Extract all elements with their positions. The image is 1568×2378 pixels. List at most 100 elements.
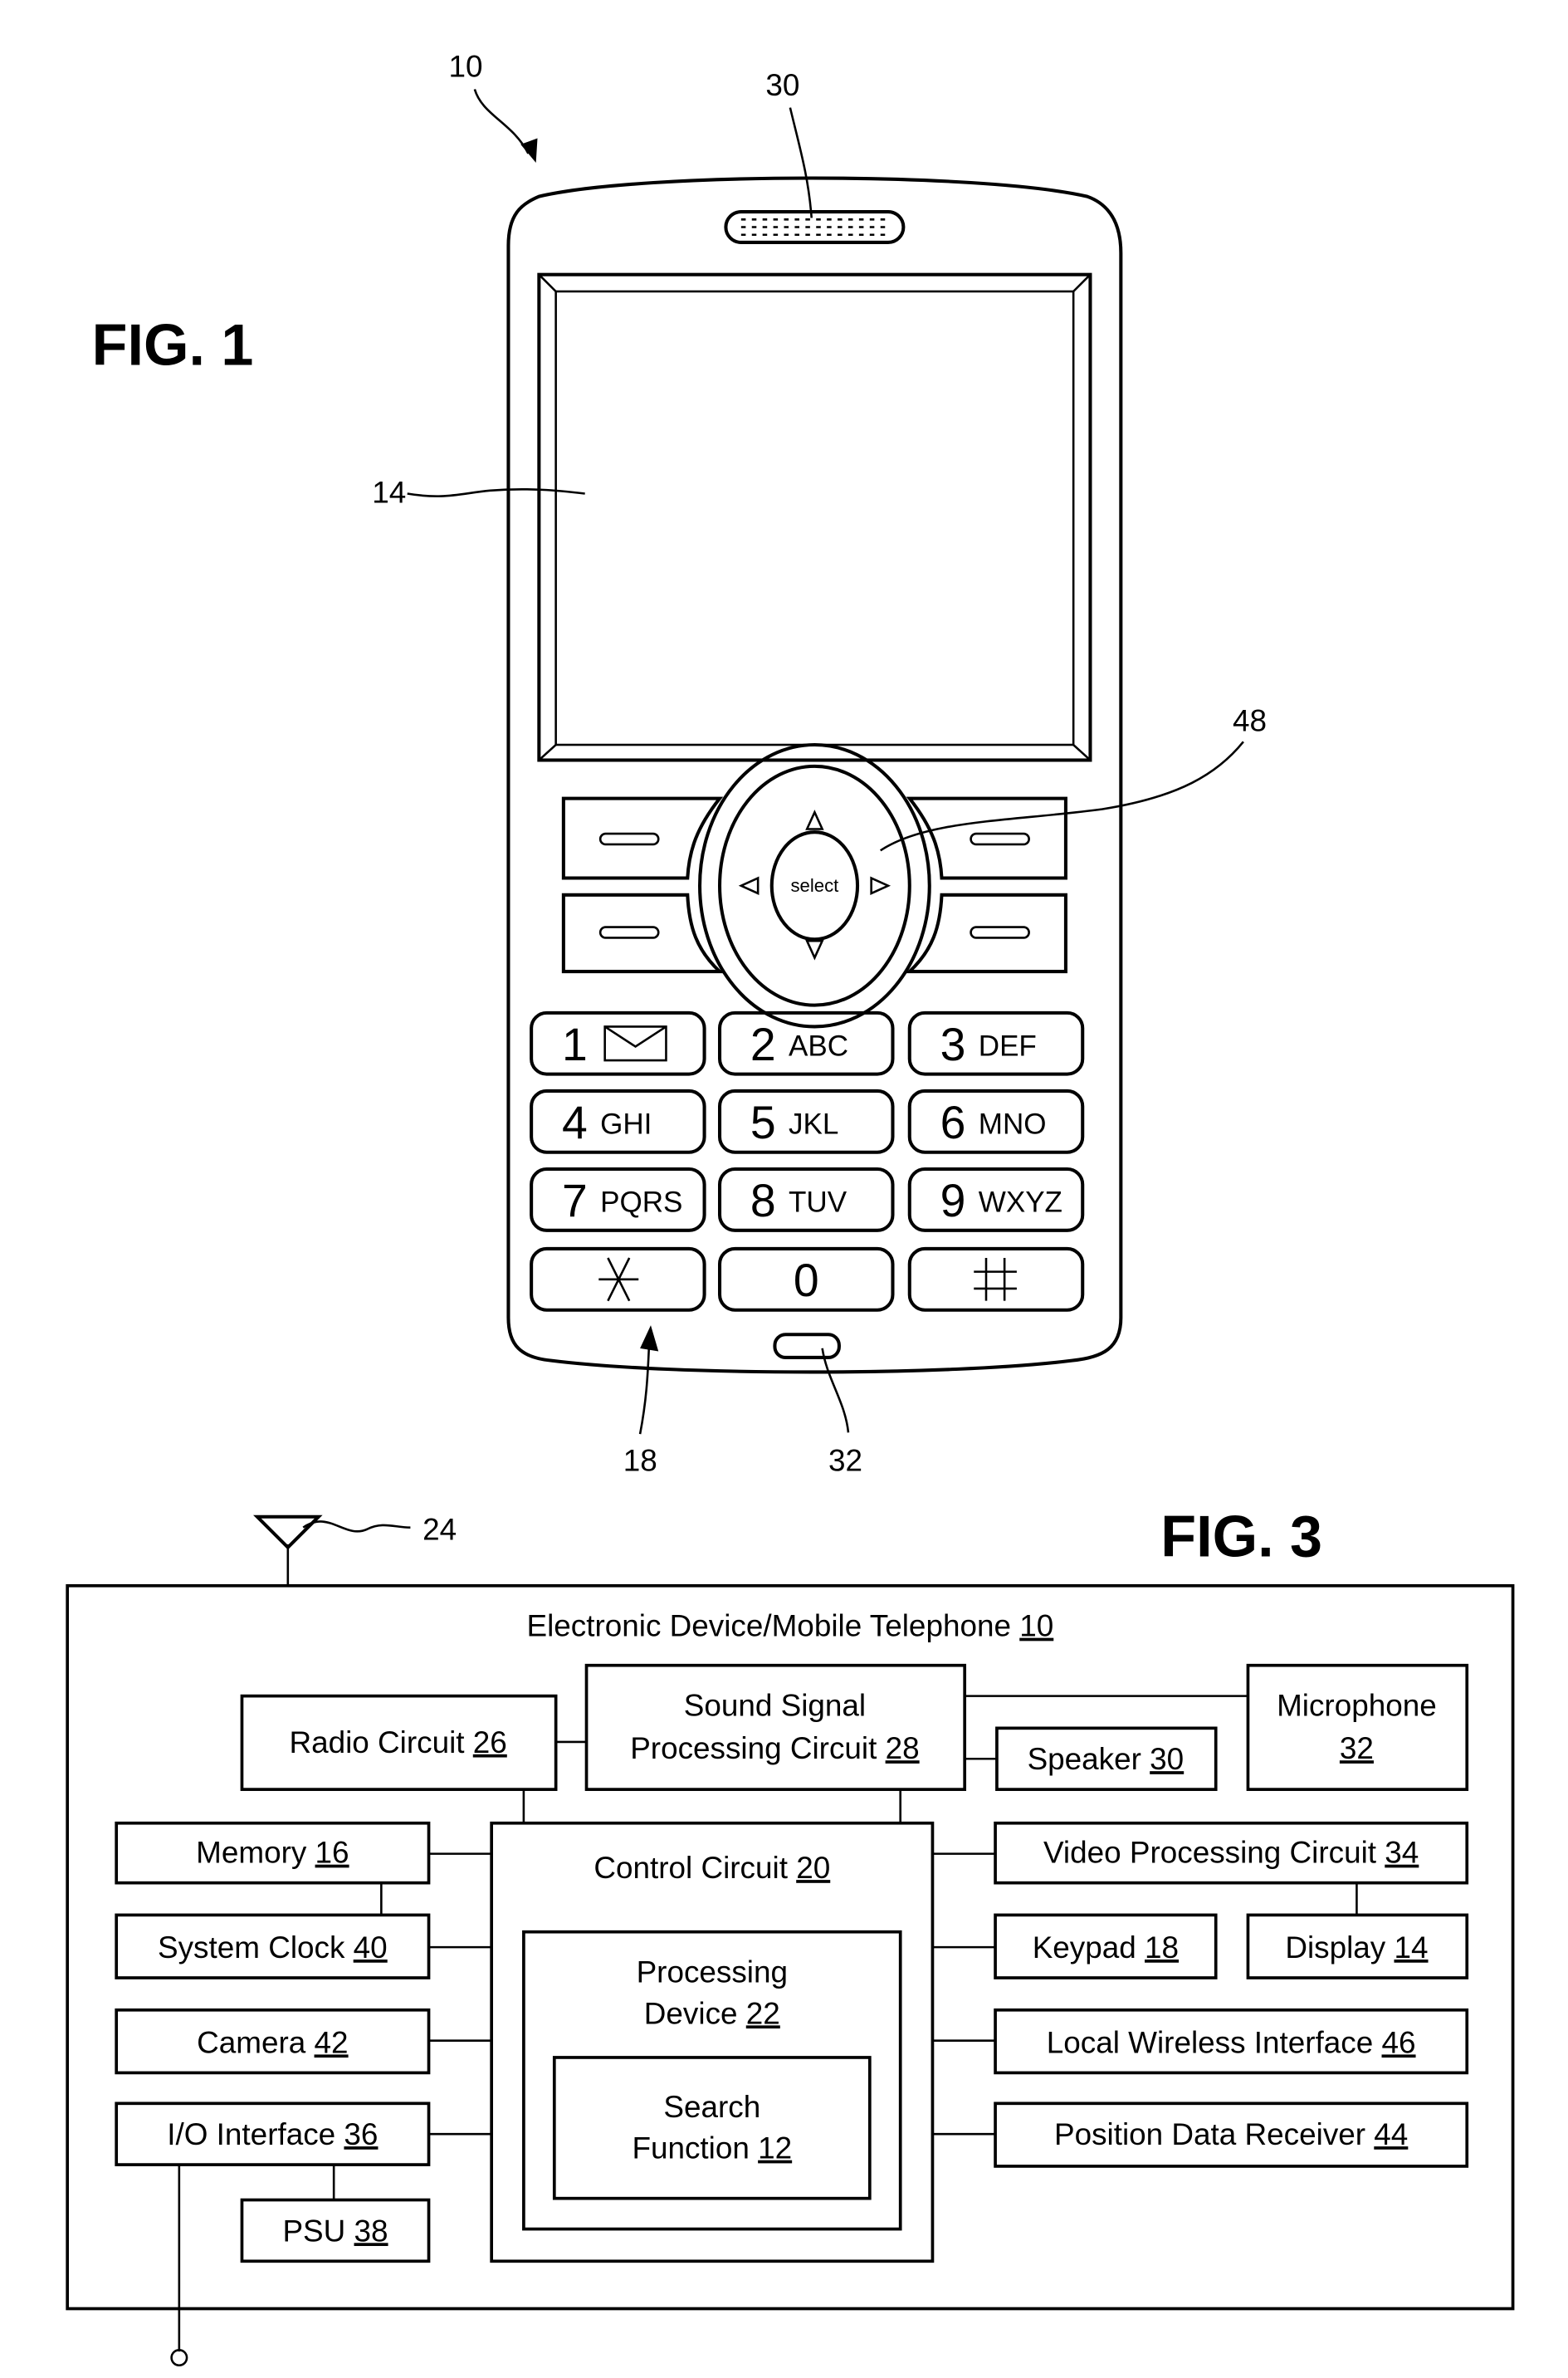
block-radio-circuit: Radio Circuit 26: [240, 1694, 558, 1791]
nav-right-icon[interactable]: [870, 876, 891, 895]
key-letters: GHI: [600, 1108, 652, 1141]
block-display: Display 14: [1246, 1913, 1469, 1979]
key-9[interactable]: 9 WXYZ: [907, 1167, 1085, 1232]
svg-text:Display 14: Display 14: [1285, 1930, 1428, 1965]
ref-device-10: 10: [449, 50, 483, 84]
patent-drawing: FIG. 1 10 30 14 select 48 1 2 ABC 3 DEF4…: [66, 50, 1515, 2367]
ref-display-14: 14: [372, 476, 406, 510]
fig1-title: FIG. 1: [92, 313, 254, 378]
block-camera: Camera 42: [115, 2008, 431, 2075]
soft-key-right-top[interactable]: [906, 796, 1067, 880]
key-number: 1: [562, 1019, 588, 1070]
fig3-title: FIG. 3: [1160, 1505, 1322, 1569]
key-2[interactable]: 2 ABC: [717, 1010, 895, 1076]
svg-text:System Clock 40: System Clock 40: [158, 1930, 388, 1965]
svg-text:Processing Circuit 28: Processing Circuit 28: [630, 1731, 919, 1765]
arrowhead-keypad: [640, 1325, 659, 1352]
ref-mic-32: 32: [828, 1443, 862, 1477]
block-microphone: Microphone 32: [1246, 1663, 1469, 1791]
svg-text:I/O Interface 36: I/O Interface 36: [167, 2117, 378, 2151]
key-4[interactable]: 4 GHI: [530, 1089, 706, 1154]
nav-left-icon[interactable]: [738, 876, 760, 895]
svg-text:Device 22: Device 22: [644, 1996, 780, 2030]
svg-text:Radio Circuit 26: Radio Circuit 26: [289, 1725, 506, 1759]
block-position-data-receiver: Position Data Receiver 44: [994, 2102, 1469, 2168]
navigation-key-48[interactable]: select: [698, 743, 931, 1029]
ref-keypad-18: 18: [623, 1443, 657, 1477]
key-number: 2: [750, 1019, 776, 1070]
svg-text:Microphone: Microphone: [1277, 1689, 1437, 1723]
key-letters: JKL: [789, 1108, 838, 1141]
nav-up-icon[interactable]: [805, 810, 824, 830]
microphone-opening: [773, 1333, 841, 1359]
leader-nav: [880, 741, 1244, 852]
block-psu: PSU 38: [240, 2198, 431, 2263]
block-keypad: Keypad 18: [994, 1913, 1218, 1979]
block-speaker: Speaker 30: [995, 1726, 1218, 1791]
key-3[interactable]: 3 DEF: [907, 1010, 1085, 1076]
svg-text:Search: Search: [663, 2090, 760, 2124]
block-local-wireless: Local Wireless Interface 46: [994, 2008, 1469, 2075]
svg-text:Speaker 30: Speaker 30: [1028, 1742, 1185, 1776]
key-number: 0: [794, 1255, 819, 1306]
svg-text:Position Data Receiver 44: Position Data Receiver 44: [1054, 2117, 1408, 2151]
key-1[interactable]: 1: [530, 1010, 706, 1076]
svg-text:Control Circuit 20: Control Circuit 20: [593, 1851, 830, 1885]
key-number: 9: [940, 1175, 966, 1226]
soft-key-right-bottom[interactable]: [905, 893, 1067, 974]
key-7[interactable]: 7 PQRS: [530, 1167, 706, 1232]
key-8[interactable]: 8 TUV: [717, 1167, 895, 1232]
svg-text:Processing: Processing: [637, 1955, 788, 1989]
key-outline[interactable]: [530, 1010, 706, 1076]
leader-antenna: [302, 1520, 411, 1533]
leader-display: [407, 487, 585, 497]
key-number: 6: [940, 1097, 966, 1148]
svg-text:32: 32: [1340, 1731, 1374, 1765]
key-number: 4: [562, 1097, 588, 1148]
block-system-clock: System Clock 40: [115, 1913, 431, 1979]
svg-text:Memory 16: Memory 16: [196, 1836, 349, 1870]
key-number: 7: [562, 1175, 588, 1226]
svg-text:Local Wireless Interface 46: Local Wireless Interface 46: [1047, 2025, 1416, 2059]
fig1: FIG. 1 10 30 14 select 48 1 2 ABC 3 DEF4…: [92, 50, 1267, 1478]
fig3: FIG. 3 24 Electronic Device/Mobile Telep…: [66, 1505, 1515, 2367]
soft-key-left-top[interactable]: [561, 796, 724, 880]
key-5[interactable]: 5 JKL: [717, 1089, 895, 1154]
block-search-function: Search Function 12: [552, 2056, 872, 2200]
envelope-icon: [603, 1025, 667, 1062]
key-6[interactable]: 6 MNO: [907, 1089, 1085, 1154]
block-sound-signal-processing: Sound Signal Processing Circuit 28: [584, 1663, 967, 1791]
asterisk-icon: [598, 1257, 639, 1302]
svg-text:Video Processing Circuit 34: Video Processing Circuit 34: [1043, 1836, 1419, 1870]
soft-key-left-bottom[interactable]: [561, 893, 725, 974]
key-letters: ABC: [789, 1030, 848, 1063]
ref-nav-48: 48: [1233, 703, 1267, 737]
key-letters: WXYZ: [979, 1187, 1062, 1219]
svg-text:Camera 42: Camera 42: [197, 2025, 348, 2059]
keypad: 1 2 ABC 3 DEF 4 GHI 5 JKL 6 MNO 7 PQRS 8 TUV 9 WXYZ 0: [530, 1010, 1085, 1312]
speaker-grille-icon: [724, 210, 906, 244]
block-video-processing: Video Processing Circuit 34: [994, 1821, 1469, 1885]
ref-antenna-24: 24: [423, 1512, 457, 1546]
select-label: select: [790, 875, 838, 896]
leader-device: [473, 89, 530, 154]
leader-keypad: [638, 1340, 651, 1435]
block-io-interface: I/O Interface 36: [115, 2102, 431, 2166]
key-outline[interactable]: [907, 1246, 1085, 1312]
key-letters: TUV: [789, 1187, 848, 1219]
key-number: 8: [750, 1175, 776, 1226]
display-screen: [537, 272, 1092, 762]
container-label: Electronic Device/Mobile Telephone 10: [526, 1609, 1053, 1643]
svg-text:PSU 38: PSU 38: [282, 2214, 388, 2248]
block-memory: Memory 16: [115, 1821, 431, 1885]
key-star[interactable]: [530, 1246, 706, 1312]
key-hash[interactable]: [907, 1246, 1085, 1312]
antenna-icon: [253, 1514, 323, 1550]
nav-down-icon[interactable]: [805, 939, 824, 961]
select-button[interactable]: select: [769, 830, 860, 942]
svg-text:Sound Signal: Sound Signal: [684, 1689, 866, 1723]
leader-mic: [821, 1348, 850, 1433]
key-0[interactable]: 0: [717, 1246, 895, 1312]
key-letters: PQRS: [600, 1187, 682, 1219]
arrowhead-device: [520, 138, 538, 164]
